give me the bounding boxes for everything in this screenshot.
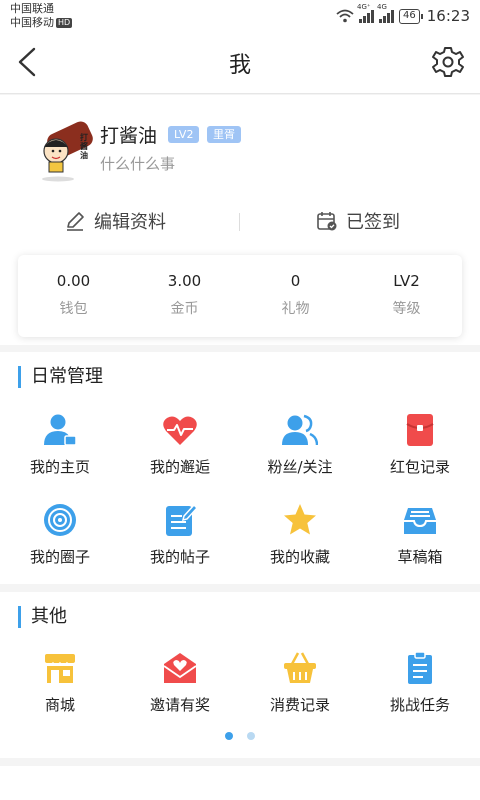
menu-item-my-homepage[interactable]: 我的主页: [0, 404, 120, 494]
menu-item-my-posts[interactable]: 我的帖子: [120, 494, 240, 584]
stat-value: LV2: [393, 272, 420, 290]
red-packet-icon: [406, 414, 434, 446]
menu-item-favorites[interactable]: 我的收藏: [240, 494, 360, 584]
calendar-check-icon: [317, 212, 337, 231]
user-home-icon: [44, 414, 77, 446]
stat-value: 0: [290, 272, 301, 290]
signal-2-icon: 4G: [377, 3, 395, 23]
followers-icon: [282, 414, 318, 446]
menu-item-challenges[interactable]: 挑战任务: [360, 642, 480, 732]
carrier-info: 中国联通 中国移动 HD: [10, 2, 73, 30]
menu-item-label: 挑战任务: [389, 696, 450, 714]
menu-item-label: 邀请有奖: [149, 696, 210, 714]
menu-item-invite-rewards[interactable]: 邀请有奖: [120, 642, 240, 732]
menu-item-shop[interactable]: 商城: [0, 642, 120, 732]
stat-label: 礼物: [281, 301, 310, 317]
section-title: 日常管理: [18, 366, 103, 388]
menu-item-red-packets[interactable]: 红包记录: [360, 404, 480, 494]
hd-badge: HD: [56, 18, 73, 28]
stat-coins[interactable]: 3.00 金币: [129, 255, 240, 337]
menu-item-followers[interactable]: 粉丝/关注: [240, 404, 360, 494]
star-icon: [284, 504, 316, 535]
network-type-1: 4G⁺: [357, 3, 371, 11]
menu-item-my-circles[interactable]: 我的圈子: [0, 494, 120, 584]
menu-item-label: 我的主页: [29, 458, 90, 476]
section-title: 其他: [18, 606, 67, 628]
stat-label: 金币: [170, 301, 199, 317]
task-clipboard-icon: [408, 651, 432, 684]
stats-panel: 0.00 钱包 3.00 金币 0 礼物 LV2 等级: [18, 255, 462, 337]
menu-item-my-encounters[interactable]: 我的邂逅: [120, 404, 240, 494]
user-signature: 什么什么事: [100, 155, 176, 173]
pager-dot-1[interactable]: [225, 732, 233, 740]
daily-grid: 我的主页 我的邂逅 粉丝/关注 红包记录 我的圈子 我的帖子 我的收藏 草稿箱: [0, 404, 480, 584]
edit-profile-label: 编辑资料: [94, 212, 166, 233]
avatar[interactable]: 打酱油: [30, 117, 96, 183]
pencil-icon: [67, 212, 84, 231]
drafts-tray-icon: [404, 508, 436, 534]
pager-dot-2[interactable]: [247, 732, 255, 740]
clock: 16:23: [426, 7, 470, 25]
status-indicators: 4G⁺ 4G 46 16:23: [336, 3, 470, 26]
stat-value: 0.00: [56, 272, 91, 290]
circle-target-icon: [44, 504, 76, 536]
menu-item-purchase-records[interactable]: 消费记录: [240, 642, 360, 732]
menu-item-label: 粉丝/关注: [267, 458, 333, 476]
pager-dots: [0, 732, 480, 740]
edit-profile-button[interactable]: 编辑资料: [64, 203, 166, 239]
daily-management-section: 日常管理 我的主页 我的邂逅 粉丝/关注 红包记录 我的圈子 我的帖子 我的收藏…: [0, 352, 480, 584]
invite-envelope-icon: [163, 653, 197, 683]
menu-item-label: 我的圈子: [29, 548, 90, 566]
carrier-2: 中国移动: [10, 16, 54, 29]
menu-item-drafts[interactable]: 草稿箱: [360, 494, 480, 584]
menu-item-label: 我的帖子: [149, 548, 210, 566]
stat-wallet[interactable]: 0.00 钱包: [18, 255, 129, 337]
network-type-2: 4G: [377, 3, 387, 11]
username: 打酱油: [100, 125, 158, 147]
menu-item-label: 草稿箱: [397, 548, 443, 566]
menu-item-label: 消费记录: [269, 696, 330, 714]
battery-icon: 46: [399, 8, 423, 24]
stat-label: 钱包: [59, 301, 88, 317]
other-grid: 商城 邀请有奖 消费记录 挑战任务: [0, 642, 480, 732]
heart-pulse-icon: [163, 416, 197, 445]
stat-label: 等级: [392, 301, 421, 317]
check-in-label: 已签到: [346, 212, 400, 233]
avatar-caption: 打酱油: [80, 133, 88, 160]
other-section: 其他 商城 邀请有奖 消费记录 挑战任务: [0, 592, 480, 758]
wifi-icon: [336, 9, 354, 23]
gear-icon: [432, 47, 464, 77]
profile-actions: 编辑资料 已签到: [0, 203, 480, 239]
title-badge: 里胥: [207, 126, 241, 143]
stat-value: 3.00: [167, 272, 202, 290]
profile-card: 打酱油 打酱油 LV2 里胥 什么什么事 编辑资料 已签到 0.00 钱包 3.…: [0, 95, 480, 345]
stat-gifts[interactable]: 0 礼物: [240, 255, 351, 337]
basket-icon: [284, 652, 316, 683]
level-badge: LV2: [168, 126, 200, 143]
stat-level[interactable]: LV2 等级: [351, 255, 462, 337]
menu-item-label: 我的收藏: [269, 548, 330, 566]
nav-bar: 我: [0, 32, 480, 94]
menu-item-label: 红包记录: [389, 458, 450, 476]
bottom-section: [0, 766, 480, 800]
menu-item-label: 商城: [44, 696, 75, 714]
menu-item-label: 我的邂逅: [149, 458, 210, 476]
settings-button[interactable]: [430, 44, 466, 80]
post-edit-icon: [166, 503, 198, 536]
check-in-button[interactable]: 已签到: [316, 203, 400, 239]
carrier-1: 中国联通: [10, 2, 54, 15]
shop-icon: [44, 654, 76, 683]
signal-1-icon: 4G⁺: [357, 3, 375, 23]
status-bar: 中国联通 中国移动 HD 4G⁺ 4G 46 16:23: [0, 0, 480, 32]
actions-divider: [239, 213, 240, 231]
page-title: 我: [228, 53, 251, 78]
